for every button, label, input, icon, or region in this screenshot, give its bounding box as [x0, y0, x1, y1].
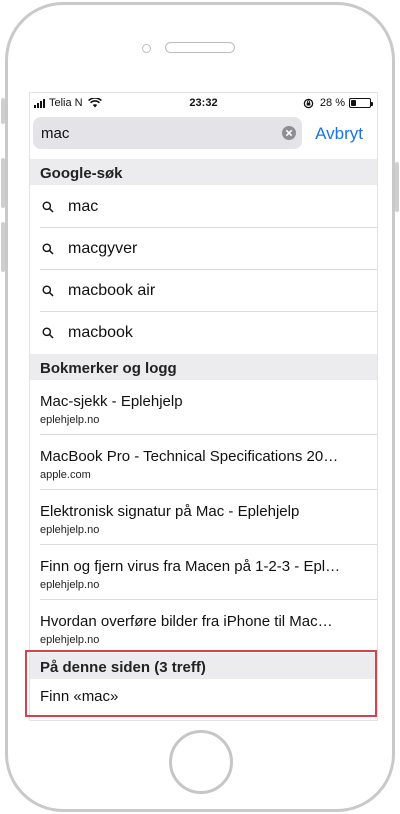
- front-camera: [142, 44, 151, 53]
- search-icon: [42, 285, 54, 297]
- search-icon: [42, 201, 54, 213]
- bookmark-title: MacBook Pro - Technical Specifications 2…: [40, 448, 339, 465]
- home-button[interactable]: [169, 730, 233, 794]
- bookmark-domain: eplehjelp.no: [40, 634, 100, 646]
- search-row: mac Avbryt: [30, 115, 377, 151]
- suggestion-label: macbook: [68, 323, 133, 341]
- bookmark-title: Hvordan overføre bilder fra iPhone til M…: [40, 613, 333, 630]
- bookmark-domain: eplehjelp.no: [40, 414, 100, 426]
- bookmark-domain: eplehjelp.no: [40, 579, 100, 591]
- status-right: 28 %: [303, 97, 373, 109]
- power-button: [395, 162, 399, 212]
- rotation-lock-icon: [303, 98, 314, 108]
- bookmark-item[interactable]: Finn og fjern virus fra Macen på 1-2-3 -…: [30, 544, 377, 599]
- section-header-google-search: Google-søk: [30, 159, 377, 185]
- bookmark-item[interactable]: Elektronisk signatur på Mac - Eplehjelp …: [30, 489, 377, 544]
- bookmark-domain: apple.com: [40, 469, 91, 481]
- cancel-button[interactable]: Avbryt: [315, 124, 363, 144]
- search-input[interactable]: mac: [33, 117, 302, 149]
- earpiece-speaker: [165, 42, 235, 53]
- bookmark-title: Mac-sjekk - Eplehjelp: [40, 393, 183, 410]
- mute-switch: [1, 98, 5, 124]
- suggestion-label: macbook air: [68, 281, 156, 299]
- search-suggestion[interactable]: macbook air: [30, 269, 377, 312]
- bookmark-item[interactable]: Hvordan overføre bilder fra iPhone til M…: [30, 599, 377, 654]
- battery-icon: [349, 98, 373, 108]
- bookmark-title: Finn og fjern virus fra Macen på 1-2-3 -…: [40, 558, 341, 575]
- search-suggestion[interactable]: macbook: [30, 311, 377, 354]
- volume-down-button: [1, 222, 5, 272]
- volume-up-button: [1, 158, 5, 208]
- search-query: mac: [41, 125, 70, 142]
- battery-percent: 28 %: [319, 97, 345, 109]
- search-icon: [42, 327, 54, 339]
- bookmark-title: Elektronisk signatur på Mac - Eplehjelp: [40, 503, 300, 520]
- search-icon: [42, 243, 54, 255]
- section-header-bookmarks-history: Bokmerker og logg: [30, 354, 377, 380]
- suggestion-label: macgyver: [68, 239, 138, 257]
- highlight-annotation: [25, 650, 377, 717]
- status-bar: Telia N 23:32 28 %: [30, 93, 377, 113]
- bookmark-item[interactable]: Mac-sjekk - Eplehjelp eplehjelp.no: [30, 379, 377, 434]
- bookmark-item[interactable]: MacBook Pro - Technical Specifications 2…: [30, 434, 377, 489]
- suggestion-label: mac: [68, 197, 99, 215]
- screen: Telia N 23:32 28 % mac Avbryt Google-søk…: [29, 92, 378, 721]
- search-suggestion[interactable]: mac: [30, 185, 377, 228]
- search-suggestion[interactable]: macgyver: [30, 227, 377, 270]
- bookmark-domain: eplehjelp.no: [40, 524, 100, 536]
- clear-text-icon[interactable]: [281, 125, 297, 141]
